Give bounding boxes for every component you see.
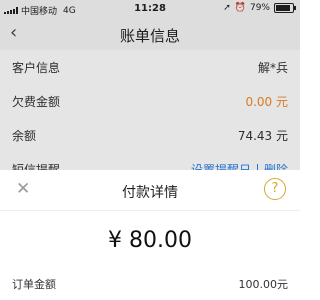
payment-sheet: ✕ 付款详情 ? ¥ 80.00 订单金额 100.00元 — [0, 170, 300, 300]
sheet-title: 付款详情 — [122, 185, 178, 201]
payment-amount: ¥ 80.00 — [108, 228, 192, 253]
order-amount-label: 订单金额 — [12, 278, 56, 291]
sheet-header: ✕ 付款详情 ? — [0, 170, 300, 211]
billing-screen: 中国移动 4G 11:28 ➚ ⏰ 79% ‹ 账单信息 客户信息 解*兵 欠费… — [0, 0, 300, 300]
order-amount-row: 订单金额 100.00元 — [0, 270, 300, 300]
order-amount-value: 100.00元 — [238, 278, 289, 291]
modal-overlay[interactable] — [0, 0, 300, 170]
help-icon[interactable]: ? — [264, 178, 286, 200]
